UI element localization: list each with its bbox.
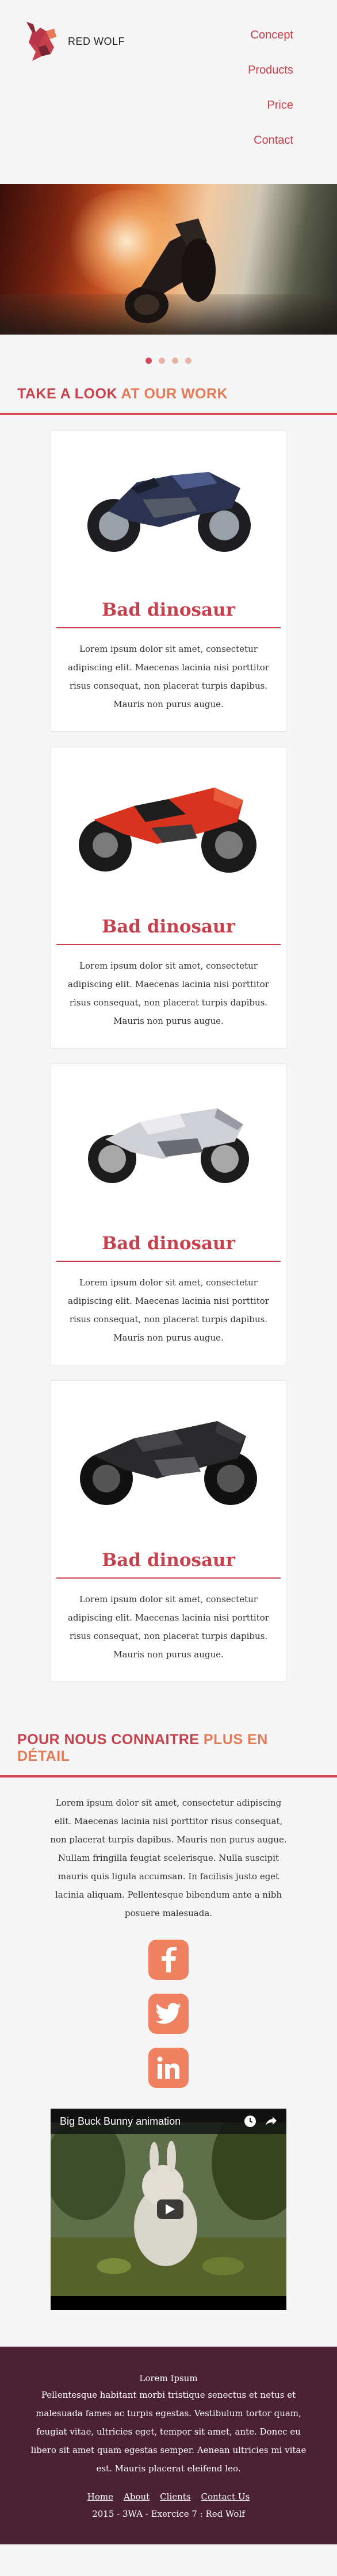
footer-link-clients[interactable]: Clients	[160, 2491, 190, 2502]
card-title: Bad dinosaur	[102, 600, 235, 620]
facebook-icon	[162, 1947, 177, 1972]
nav-price[interactable]: Price	[248, 99, 293, 112]
card-divider	[56, 627, 281, 628]
card-divider	[56, 1261, 281, 1262]
twitter-icon	[156, 2003, 181, 2024]
card-divider	[56, 944, 281, 945]
footer-link-contact[interactable]: Contact Us	[201, 2491, 250, 2502]
card-text: Lorem ipsum dolor sit amet, consectetur …	[68, 961, 269, 1026]
card-text: Lorem ipsum dolor sit amet, consectetur …	[68, 1277, 269, 1343]
work-title-accent: AT OUR WORK	[121, 386, 228, 402]
linkedin-button[interactable]	[148, 2048, 189, 2088]
logo[interactable]: RED WOLF	[21, 20, 125, 63]
card-image	[51, 1381, 286, 1519]
footer-link-about[interactable]: About	[124, 2491, 150, 2502]
about-paragraph-2: Nullam fringilla feugiat scelerisque. Nu…	[55, 1853, 282, 1918]
card-image	[51, 747, 286, 885]
card-text: Lorem ipsum dolor sit amet, consectetur …	[68, 644, 269, 709]
site-footer: Lorem Ipsum Pellentesque habitant morbi …	[0, 2347, 337, 2544]
brand-name: RED WOLF	[68, 35, 125, 47]
wolf-logo-icon	[26, 22, 56, 61]
card-text: Lorem ipsum dolor sit amet, consectetur …	[68, 1594, 269, 1660]
twitter-button[interactable]	[148, 1994, 189, 2034]
play-icon	[166, 2204, 175, 2214]
social-links	[0, 1922, 337, 2109]
work-cards: Bad dinosaur Lorem ipsum dolor sit amet,…	[0, 415, 337, 1703]
motorcycle-blue-icon	[87, 472, 251, 552]
carousel-dot-4[interactable]	[185, 358, 192, 364]
nav-contact[interactable]: Contact	[248, 134, 293, 147]
play-button[interactable]	[157, 2199, 183, 2219]
card-title: Bad dinosaur	[102, 916, 235, 937]
about-paragraph-1: Lorem ipsum dolor sit amet, consectetur …	[50, 1798, 287, 1845]
footer-text: Pellentesque habitant morbi tristique se…	[30, 2390, 307, 2474]
carousel-dot-1[interactable]	[145, 358, 152, 364]
linkedin-icon	[157, 2056, 179, 2079]
work-card[interactable]: Bad dinosaur Lorem ipsum dolor sit amet,…	[51, 1064, 286, 1365]
about-section-title: POUR NOUS CONNAITRE PLUS EN DÉTAIL	[0, 1703, 337, 1775]
work-title-main: TAKE A LOOK	[17, 386, 118, 402]
footer-title: Lorem Ipsum	[139, 2373, 198, 2383]
footer-links: Home About Clients Contact Us	[23, 2491, 314, 2502]
card-title: Bad dinosaur	[102, 1550, 235, 1571]
nav-concept[interactable]: Concept	[248, 29, 294, 42]
carousel-dot-3[interactable]	[172, 358, 178, 364]
card-image	[51, 1064, 286, 1202]
footer-copyright: 2015 - 3WA - Exercice 7 : Red Wolf	[92, 2509, 245, 2519]
work-card[interactable]: Bad dinosaur Lorem ipsum dolor sit amet,…	[51, 1380, 286, 1682]
video-player[interactable]: Big Buck Bunny animation	[51, 2109, 286, 2310]
carousel-dots	[0, 335, 337, 386]
hero-image	[0, 184, 337, 335]
card-image	[51, 431, 286, 569]
footer-link-home[interactable]: Home	[87, 2491, 113, 2502]
carousel-dot-2[interactable]	[159, 358, 165, 364]
clock-icon[interactable]	[244, 2115, 256, 2128]
share-icon[interactable]	[265, 2115, 277, 2128]
about-text: Lorem ipsum dolor sit amet, consectetur …	[0, 1778, 337, 1922]
about-title-main: POUR NOUS CONNAITRE	[17, 1732, 200, 1748]
card-divider	[56, 1577, 281, 1579]
work-card[interactable]: Bad dinosaur Lorem ipsum dolor sit amet,…	[51, 430, 286, 732]
facebook-button[interactable]	[148, 1940, 189, 1980]
video-title-bar: Big Buck Bunny animation	[51, 2109, 286, 2134]
motorcycle-black-icon	[80, 1421, 257, 1505]
card-title: Bad dinosaur	[102, 1233, 235, 1254]
main-nav: Concept Products Price Contact	[248, 29, 293, 169]
nav-products[interactable]: Products	[248, 64, 293, 77]
work-section-title: TAKE A LOOK AT OUR WORK	[0, 386, 337, 413]
motorcycle-red-icon	[79, 788, 256, 873]
work-card[interactable]: Bad dinosaur Lorem ipsum dolor sit amet,…	[51, 747, 286, 1049]
hero-motorcycle-icon	[125, 218, 216, 323]
motorcycle-silver-icon	[88, 1108, 249, 1183]
video-title: Big Buck Bunny animation	[60, 2115, 181, 2127]
site-header: RED WOLF Concept Products Price Contact	[0, 0, 337, 184]
